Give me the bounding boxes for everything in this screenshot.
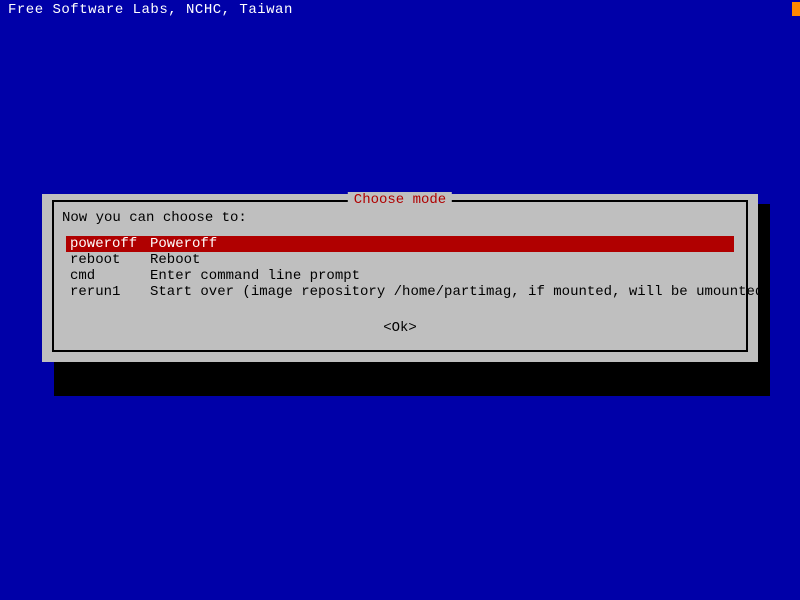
- menu-item-rerun1[interactable]: rerun1 Start over (image repository /hom…: [66, 284, 734, 300]
- menu-key: poweroff: [70, 236, 150, 252]
- menu-desc: Poweroff: [150, 236, 730, 252]
- menu-desc: Reboot: [150, 252, 730, 268]
- menu-item-cmd[interactable]: cmd Enter command line prompt: [66, 268, 734, 284]
- dialog-border: Choose mode Now you can choose to: power…: [52, 200, 748, 352]
- menu-key: cmd: [70, 268, 150, 284]
- cursor-indicator: [792, 2, 800, 16]
- dialog: Choose mode Now you can choose to: power…: [42, 194, 758, 362]
- menu-item-poweroff[interactable]: poweroff Poweroff: [66, 236, 734, 252]
- dialog-title: Choose mode: [348, 192, 452, 208]
- menu-desc: Start over (image repository /home/parti…: [150, 284, 772, 300]
- menu-desc: Enter command line prompt: [150, 268, 730, 284]
- header-text: Free Software Labs, NCHC, Taiwan: [0, 0, 800, 20]
- menu-item-reboot[interactable]: reboot Reboot: [66, 252, 734, 268]
- menu: poweroff Poweroff reboot Reboot cmd Ente…: [62, 236, 738, 300]
- menu-key: reboot: [70, 252, 150, 268]
- ok-button[interactable]: <Ok>: [62, 300, 738, 342]
- menu-key: rerun1: [70, 284, 150, 300]
